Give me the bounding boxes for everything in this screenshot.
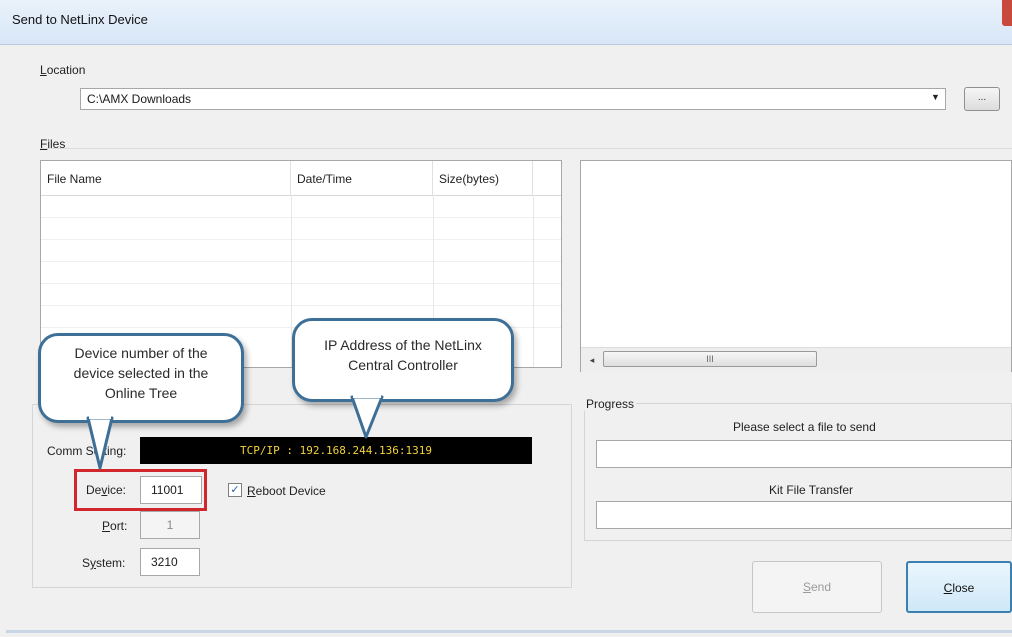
scroll-thumb[interactable]: III: [603, 351, 817, 367]
column-header-size[interactable]: Size(bytes): [433, 161, 533, 195]
system-label: System:: [82, 556, 126, 570]
files-divider: [40, 148, 1012, 149]
ip-address-callout: IP Address of the NetLinx Central Contro…: [292, 318, 514, 402]
callout-line: Online Tree: [104, 385, 178, 401]
device-number-callout: Device number of the device selected in …: [38, 333, 244, 423]
window-bottom-edge: [6, 630, 1012, 633]
send-button[interactable]: Send: [752, 561, 882, 613]
table-row-divider: [41, 305, 561, 306]
table-row-divider: [41, 239, 561, 240]
dropdown-arrow-icon[interactable]: ▼: [931, 92, 941, 102]
callout-line: IP Address of the NetLinx: [324, 337, 482, 353]
comm-setting-display: TCP/IP : 192.168.244.136:1319: [140, 437, 532, 464]
location-value: C:\AMX Downloads: [87, 92, 192, 106]
port-field[interactable]: 1: [140, 511, 200, 539]
table-row-divider: [41, 283, 561, 284]
title-bar: Send to NetLinx Device: [0, 0, 1012, 45]
column-divider: [533, 195, 534, 367]
browse-button[interactable]: ...: [964, 87, 1000, 111]
close-button[interactable]: Close: [906, 561, 1012, 613]
window-close-icon[interactable]: [1002, 0, 1012, 26]
kit-transfer-label: Kit File Transfer: [769, 483, 854, 497]
callout-line: device selected in the: [73, 365, 209, 381]
port-label: Port:: [102, 519, 128, 533]
location-combobox[interactable]: C:\AMX Downloads ▼: [80, 88, 946, 110]
reboot-device-label[interactable]: Reboot Device: [247, 484, 326, 498]
files-list-header: File Name Date/Time Size(bytes): [41, 161, 561, 196]
table-row-divider: [41, 261, 561, 262]
system-number-field[interactable]: 3210: [140, 548, 200, 576]
reboot-device-checkbox[interactable]: ✓: [228, 483, 242, 497]
file-progress-bar: [596, 440, 1012, 468]
column-header-date-time[interactable]: Date/Time: [291, 161, 433, 195]
progress-status-text: Please select a file to send: [733, 420, 876, 434]
progress-label: Progress: [584, 397, 637, 411]
callout-line: Central Controller: [348, 357, 458, 373]
ip-callout-pointer: [350, 393, 384, 439]
file-details-pane[interactable]: ◂ III: [580, 160, 1012, 372]
column-header-file-name[interactable]: File Name: [41, 161, 291, 195]
location-label: Location: [40, 63, 86, 77]
table-row-divider: [41, 217, 561, 218]
scroll-left-icon[interactable]: ◂: [585, 352, 599, 368]
horizontal-scrollbar[interactable]: ◂ III: [581, 347, 1011, 372]
device-callout-pointer: [86, 414, 114, 470]
callout-line: Device number of the: [74, 345, 208, 361]
kit-progress-bar: [596, 501, 1012, 529]
window-title: Send to NetLinx Device: [12, 12, 148, 27]
